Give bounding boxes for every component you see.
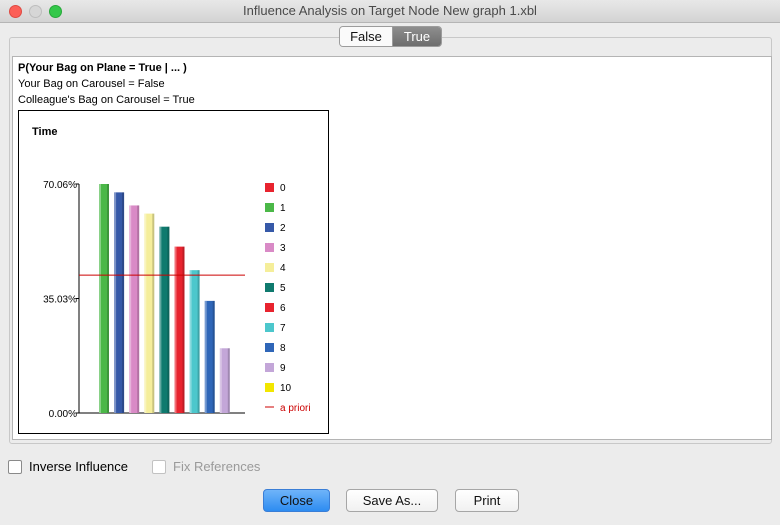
legend-label-0: 0 xyxy=(280,183,286,194)
print-button[interactable]: Print xyxy=(455,489,519,512)
legend-swatch-9 xyxy=(265,363,274,372)
title-bar: Influence Analysis on Target Node New gr… xyxy=(0,0,780,23)
legend-label-1: 1 xyxy=(280,203,286,214)
legend-label-2: 2 xyxy=(280,223,286,234)
legend-label-7: 7 xyxy=(280,323,286,334)
bar-highlight xyxy=(159,226,162,413)
influence-bar-chart: Time 0.00% 35.03% 70.06% 0 1 2 3 4 5 6 7 8 9 10 a pri… xyxy=(32,126,311,420)
bar-shade xyxy=(212,300,215,413)
bar-shade xyxy=(137,205,140,413)
legend-swatch-3 xyxy=(265,243,274,252)
fix-references-option: Fix References xyxy=(152,459,260,474)
bar-highlight xyxy=(129,205,132,413)
save-as-button[interactable]: Save As... xyxy=(346,489,438,512)
bar-shade xyxy=(197,270,200,413)
legend-swatch-6 xyxy=(265,303,274,312)
legend-swatch-1 xyxy=(265,203,274,212)
bar-shade xyxy=(227,348,230,413)
bar-highlight xyxy=(189,270,192,413)
bar-highlight xyxy=(144,213,147,413)
legend-a-priori-label: a priori xyxy=(280,403,311,414)
legend-label-8: 8 xyxy=(280,343,286,354)
tab-false[interactable]: False xyxy=(340,27,393,46)
chart-title: Time xyxy=(32,126,57,138)
y-tick-label: 35.03% xyxy=(43,295,77,306)
bar-highlight xyxy=(99,184,101,413)
y-tick-label: 0.00% xyxy=(49,409,77,420)
legend-swatch-5 xyxy=(265,283,274,292)
bar-shade xyxy=(152,213,155,413)
legend-label-6: 6 xyxy=(280,303,286,314)
inverse-influence-checkbox[interactable] xyxy=(8,459,22,474)
bar-highlight xyxy=(174,246,177,413)
bar-shade xyxy=(182,246,185,413)
bar-shade xyxy=(122,192,125,413)
legend-label-4: 4 xyxy=(280,263,286,274)
inverse-influence-option[interactable]: Inverse Influence xyxy=(8,459,128,474)
bar-highlight xyxy=(219,348,222,413)
legend-label-9: 9 xyxy=(280,363,286,374)
legend-label-3: 3 xyxy=(280,243,286,254)
legend-swatch-0 xyxy=(265,183,274,192)
bar-highlight xyxy=(114,192,117,413)
window-title: Influence Analysis on Target Node New gr… xyxy=(243,3,537,18)
legend-swatch-10 xyxy=(265,383,274,392)
state-tab-bar: False True xyxy=(339,26,442,47)
y-tick-label: 70.06% xyxy=(43,180,77,191)
tab-true[interactable]: True xyxy=(393,27,441,46)
evidence-line-2: Colleague's Bag on Carousel = True xyxy=(18,94,195,106)
bar-shade xyxy=(107,184,109,413)
legend-swatch-7 xyxy=(265,323,274,332)
fix-references-label: Fix References xyxy=(173,459,261,474)
evidence-line-1: Your Bag on Carousel = False xyxy=(18,78,165,90)
fix-references-checkbox xyxy=(152,459,166,474)
bar-shade xyxy=(167,226,170,413)
legend-label-10: 10 xyxy=(280,383,292,394)
legend-swatch-8 xyxy=(265,343,274,352)
chart-panel: Time 0.00% 35.03% 70.06% 0 1 2 3 4 5 6 7 8 9 10 a pri… xyxy=(18,110,329,434)
inverse-influence-label: Inverse Influence xyxy=(29,459,129,474)
close-button[interactable]: Close xyxy=(263,489,330,512)
legend-swatch-2 xyxy=(265,223,274,232)
legend-label-5: 5 xyxy=(280,283,286,294)
bar-highlight xyxy=(204,300,207,413)
target-query-label: P(Your Bag on Plane = True | ... ) xyxy=(18,62,187,74)
legend-swatch-4 xyxy=(265,263,274,272)
